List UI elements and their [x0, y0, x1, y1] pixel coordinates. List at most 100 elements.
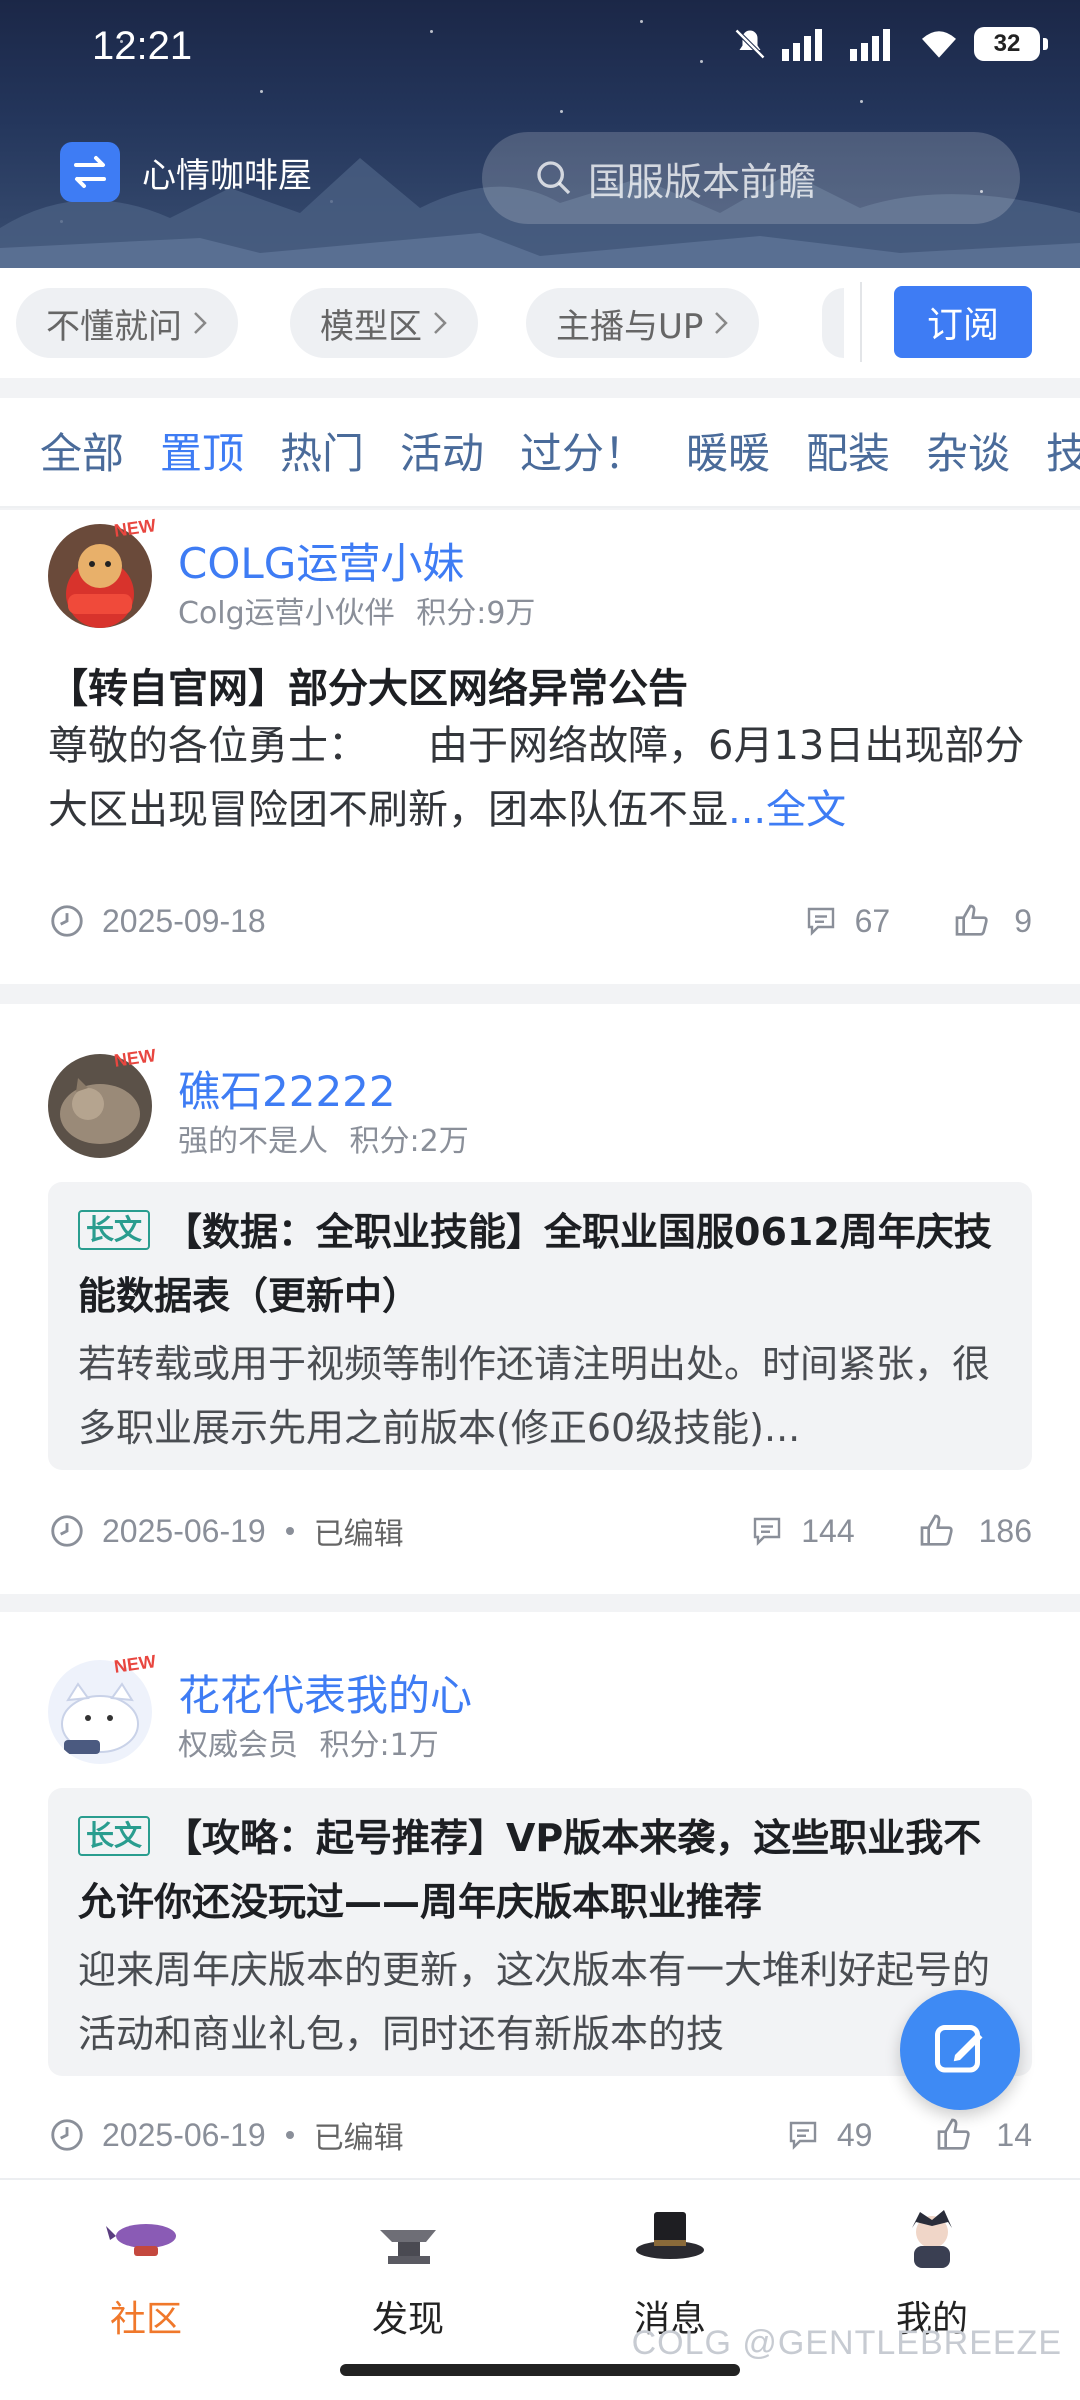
author-role: 权威会员 — [178, 1728, 298, 1763]
author-name[interactable]: 礁石22222 — [178, 1058, 396, 1119]
comment-icon[interactable] — [785, 2117, 821, 2153]
author-meta: Colg运营小伙伴 积分:9万 — [178, 588, 535, 632]
author-points: 积分:9万 — [416, 596, 536, 631]
post-title[interactable]: 【转自官网】部分大区网络异常公告 — [48, 656, 688, 714]
top-hat-icon — [636, 2212, 704, 2259]
like-count: 186 — [978, 1512, 1032, 1549]
post-card[interactable]: NEW COLG运营小妹 Colg运营小伙伴 积分:9万 【转自官网】部分大区网… — [0, 510, 1080, 984]
tab-hot[interactable]: 热门 — [280, 420, 364, 481]
new-tag: NEW — [112, 1651, 158, 1677]
post-excerpt: 迎来周年庆版本的更新，这次版本有一大堆利好起号的活动和商业礼包，同时还有新版本的… — [78, 1948, 991, 2056]
anvil-icon — [380, 2230, 436, 2264]
nav-messages[interactable]: 消息 — [570, 2206, 770, 2342]
tab-chat[interactable]: 杂谈 — [926, 420, 1010, 481]
new-tag: NEW — [112, 1045, 158, 1071]
tab-gear[interactable]: 配装 — [806, 420, 890, 481]
tab-too-much[interactable]: 过分！ — [520, 420, 646, 481]
subscribe-button[interactable]: 订阅 — [894, 286, 1032, 358]
status-time: 12:21 — [92, 24, 193, 68]
author-meta: 权威会员 积分:1万 — [178, 1720, 439, 1764]
nav-discover[interactable]: 发现 — [308, 2206, 508, 2342]
post-excerpt[interactable]: 尊敬的各位勇士： 由于网络故障，6月13日出现部分大区出现冒险团不刷新，团本队伍… — [48, 714, 1028, 842]
post-stats: 144 186 — [749, 1506, 1032, 1556]
read-more-link[interactable]: ...全文 — [728, 787, 846, 833]
comment-count: 67 — [854, 902, 891, 939]
comment-icon[interactable] — [749, 1513, 785, 1549]
like-icon[interactable] — [952, 901, 992, 941]
long-article-badge: 长文 — [78, 1210, 151, 1250]
nav-label: 社区 — [109, 2299, 182, 2340]
chip-label: 不懂就问 — [46, 306, 182, 347]
tab-tech-partial[interactable]: 技 — [1046, 420, 1080, 481]
like-count: 9 — [1014, 902, 1032, 939]
post-card[interactable]: NEW 礁石22222 强的不是人 积分:2万 长文 【数据：全职业技能】全职业国… — [0, 1004, 1080, 1594]
tab-pinned[interactable]: 置顶 — [160, 420, 244, 481]
post-title: 长文 【攻略：起号推荐】VP版本来袭，这些职业我不允许你还没玩过——周年庆版本职业… — [78, 1806, 1002, 1934]
post-preview-box[interactable]: 长文 【数据：全职业技能】全职业国服0612周年庆技能数据表（更新中） 若转载或用… — [48, 1182, 1032, 1470]
nav-community[interactable]: 社区 — [46, 2206, 246, 2342]
avatar-image — [48, 1660, 152, 1764]
character-avatar-icon — [912, 2210, 952, 2268]
chevron-right-icon — [434, 312, 447, 334]
avatar-image — [48, 524, 152, 628]
edited-label: 已编辑 — [313, 1517, 404, 1552]
clock-icon — [51, 905, 83, 937]
chip-subforum[interactable]: 主播与UP — [526, 288, 760, 358]
chip-subforum[interactable]: 模型区 — [290, 288, 478, 358]
separator-dot — [285, 1527, 294, 1535]
like-count: 14 — [996, 2116, 1032, 2153]
post-footer: 2025-06-19 已编辑 49 14 — [48, 2110, 1032, 2160]
post-stats: 67 9 — [803, 896, 1032, 946]
avatar[interactable]: NEW — [48, 515, 157, 628]
post-title: 长文 【数据：全职业技能】全职业国服0612周年庆技能数据表（更新中） — [78, 1200, 1002, 1328]
author-meta: 强的不是人 积分:2万 — [178, 1116, 469, 1160]
like-icon[interactable] — [934, 2115, 974, 2155]
comment-icon[interactable] — [803, 903, 839, 939]
avatar[interactable]: NEW — [48, 1045, 157, 1158]
search-placeholder: 国服版本前瞻 — [588, 159, 817, 204]
tab-all[interactable]: 全部 — [40, 420, 124, 481]
mute-icon — [734, 28, 766, 60]
forum-header: 12:21 32 心情咖啡屋 国服版本前瞻 — [0, 0, 1080, 268]
chip-label: 模型区 — [320, 306, 422, 347]
tab-nuannuan[interactable]: 暖暖 — [686, 420, 770, 481]
search-input[interactable]: 国服版本前瞻 — [482, 132, 1020, 224]
battery-indicator: 32 — [974, 27, 1048, 61]
separator-dot — [285, 2131, 294, 2139]
chip-subforum-partial[interactable] — [822, 288, 844, 358]
author-role: 强的不是人 — [178, 1124, 328, 1159]
post-date: 2025-06-19 — [102, 1512, 266, 1549]
edited-label: 已编辑 — [313, 2121, 404, 2156]
tab-events[interactable]: 活动 — [400, 420, 484, 481]
avatar-image — [48, 1054, 152, 1158]
post-title-text: 【攻略：起号推荐】VP版本来袭，这些职业我不允许你还没玩过——周年庆版本职业推荐 — [78, 1816, 982, 1924]
post-date: 2025-09-18 — [102, 902, 266, 939]
wifi-icon — [922, 31, 956, 58]
post-excerpt: 若转载或用于视频等制作还请注明出处。时间紧张，很多职业展示先用之前版本(修正60… — [78, 1342, 991, 1450]
comment-count: 144 — [801, 1512, 855, 1549]
clock-icon — [51, 2119, 83, 2151]
comment-count: 49 — [836, 2116, 873, 2153]
post-preview-box[interactable]: 长文 【攻略：起号推荐】VP版本来袭，这些职业我不允许你还没玩过——周年庆版本职业… — [48, 1788, 1032, 2076]
watermark: COLG @GENTLEBREEZE — [631, 2324, 1062, 2362]
author-role: Colg运营小伙伴 — [178, 596, 395, 631]
status-icons: 32 — [732, 26, 1048, 62]
clock-icon — [51, 1515, 83, 1547]
post-date: 2025-06-19 — [102, 2116, 266, 2153]
chip-subforum[interactable]: 不懂就问 — [16, 288, 238, 358]
author-name[interactable]: 花花代表我的心 — [178, 1662, 472, 1723]
chip-divider — [860, 282, 862, 362]
post-title-text: 【数据：全职业技能】全职业国服0612周年庆技能数据表（更新中） — [78, 1210, 992, 1318]
nav-label: 发现 — [371, 2299, 444, 2340]
long-article-badge: 长文 — [78, 1816, 151, 1856]
switch-forum-button[interactable] — [60, 142, 120, 202]
home-indicator[interactable] — [340, 2364, 740, 2376]
author-name[interactable]: COLG运营小妹 — [178, 530, 464, 591]
compose-post-button[interactable] — [900, 1990, 1020, 2110]
nav-profile[interactable]: 我的 — [832, 2206, 1032, 2342]
forum-name[interactable]: 心情咖啡屋 — [142, 148, 312, 197]
post-footer: 2025-09-18 67 9 — [48, 896, 1032, 946]
avatar[interactable]: NEW — [48, 1651, 157, 1764]
status-bar: 12:21 32 — [0, 18, 1080, 78]
like-icon[interactable] — [917, 1511, 957, 1551]
